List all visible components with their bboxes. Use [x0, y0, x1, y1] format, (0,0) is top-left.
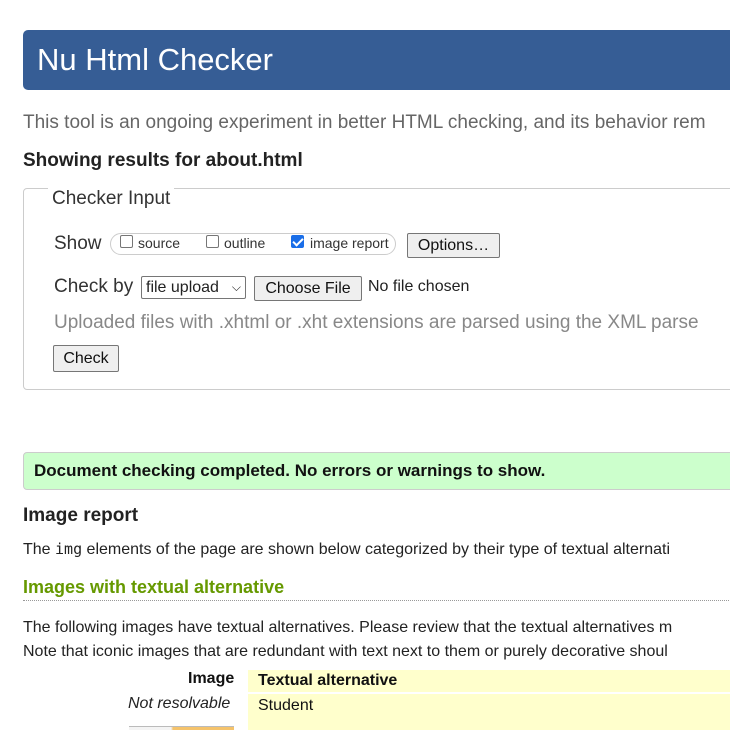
check-button[interactable]: Check: [53, 345, 119, 372]
xml-parse-note: Uploaded files with .xhtml or .xht exten…: [54, 312, 699, 333]
table-header-image: Image: [188, 670, 235, 687]
results-for-heading: Showing results for about.html: [23, 150, 303, 171]
show-label: Show: [54, 233, 102, 254]
textual-alternative-para-1: The following images have textual altern…: [23, 619, 673, 636]
image-report-description: The img elements of the page are shown b…: [23, 540, 670, 559]
textual-alternative-para-2: Note that iconic images that are redunda…: [23, 643, 668, 660]
image-report-heading: Image report: [23, 505, 139, 526]
image-report-desc-after: elements of the page are shown below cat…: [82, 541, 671, 558]
page-title-banner: Nu Html Checker: [23, 30, 730, 90]
intro-text: This tool is an ongoing experiment in be…: [23, 112, 706, 133]
checker-input-legend: Checker Input: [48, 188, 175, 210]
table-header-textual-alternative: Textual alternative: [248, 670, 730, 692]
image-thumbnail: [129, 726, 234, 730]
chevron-down-icon: ⌵: [231, 280, 241, 294]
image-report-checkbox[interactable]: [291, 235, 304, 248]
source-checkbox-label[interactable]: source: [138, 235, 180, 251]
check-by-label: Check by: [54, 276, 134, 297]
status-success-message: Document checking completed. No errors o…: [23, 452, 730, 490]
choose-file-button[interactable]: Choose File: [254, 276, 362, 301]
checker-input-fieldset: Checker Input Show source outline image …: [23, 188, 730, 390]
textual-alternative-heading: Images with textual alternative: [23, 577, 730, 601]
page: Nu Html Checker This tool is an ongoing …: [0, 0, 730, 730]
source-checkbox[interactable]: [120, 235, 133, 248]
show-options-group: source outline image report: [110, 233, 396, 255]
check-by-selected-value: file upload: [146, 279, 219, 296]
table-cell-alt-text: Student: [248, 694, 730, 730]
page-title: Nu Html Checker: [37, 42, 273, 77]
check-by-select[interactable]: file upload ⌵: [141, 276, 246, 299]
outline-checkbox[interactable]: [206, 235, 219, 248]
img-code: img: [55, 540, 83, 558]
no-file-chosen-text: No file chosen: [368, 278, 470, 295]
outline-checkbox-label[interactable]: outline: [224, 235, 265, 251]
image-report-checkbox-label[interactable]: image report: [310, 235, 389, 251]
options-button[interactable]: Options…: [407, 233, 500, 258]
image-report-desc-before: The: [23, 541, 56, 558]
table-cell-image-status: Not resolvable: [128, 695, 231, 712]
